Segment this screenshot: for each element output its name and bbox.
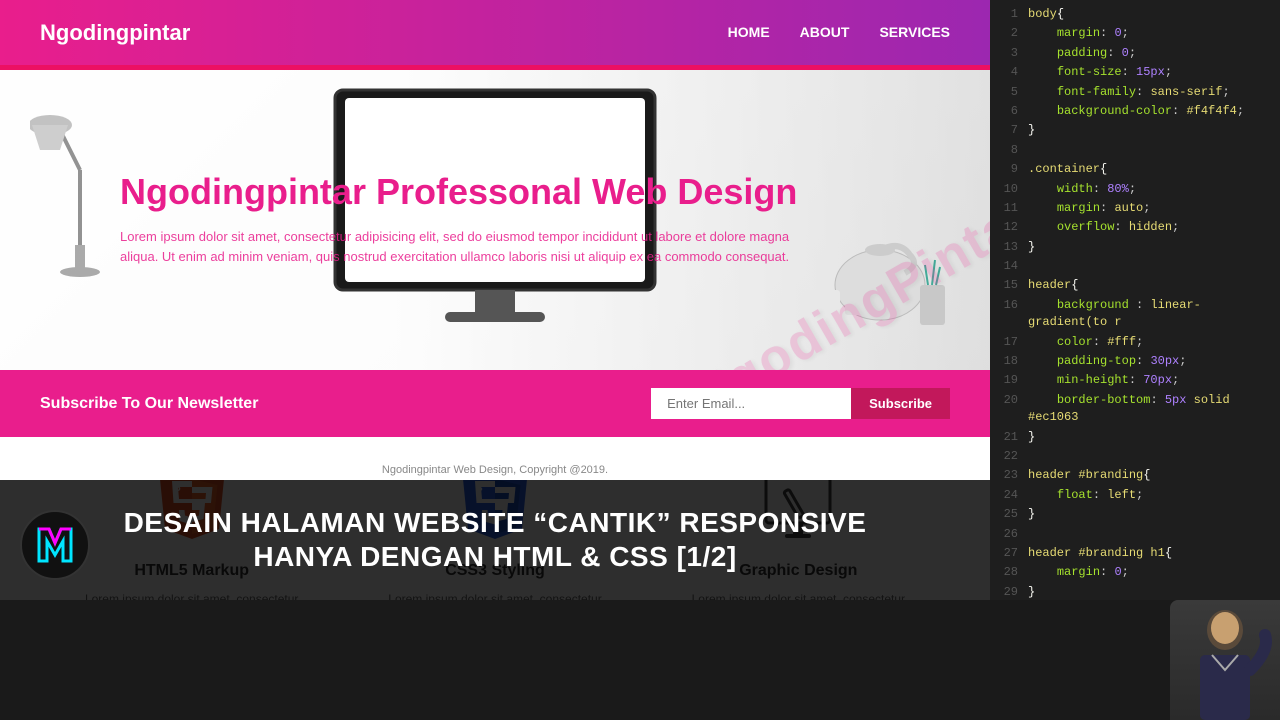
- code-line-4: 4 font-size: 15px;: [990, 63, 1280, 82]
- code-line-23: 23 header #branding{: [990, 466, 1280, 485]
- email-input[interactable]: [651, 388, 851, 419]
- hero-content: Ngodingpintar Professonal Web Design Lor…: [120, 172, 820, 268]
- code-line-2: 2 margin: 0;: [990, 24, 1280, 43]
- code-line-25: 25 }: [990, 505, 1280, 524]
- code-line-10: 10 width: 80%;: [990, 180, 1280, 199]
- code-line-7: 7 }: [990, 121, 1280, 140]
- code-line-3: 3 padding: 0;: [990, 44, 1280, 63]
- code-line-17: 17 color: #fff;: [990, 333, 1280, 352]
- code-line-14: 14: [990, 257, 1280, 276]
- code-line-6: 6 background-color: #f4f4f4;: [990, 102, 1280, 121]
- website-preview: Ngodingpintar HOME ABOUT SERVICES: [0, 0, 990, 600]
- code-line-15: 15 header{: [990, 276, 1280, 295]
- site-footer: Ngodingpintar Web Design, Copyright @201…: [0, 460, 990, 480]
- site-nav: HOME ABOUT SERVICES: [728, 24, 950, 42]
- code-line-11: 11 margin: auto;: [990, 199, 1280, 218]
- code-line-5: 5 font-family: sans-serif;: [990, 83, 1280, 102]
- nav-home[interactable]: HOME: [728, 24, 770, 40]
- site-title: Ngodingpintar: [40, 20, 190, 46]
- person-silhouette: [1170, 600, 1280, 720]
- bottom-overlay: DESAIN HALAMAN WEBSITE “CANTIK” RESPONSI…: [0, 480, 990, 600]
- site-header: Ngodingpintar HOME ABOUT SERVICES: [0, 0, 990, 70]
- hero-title: Ngodingpintar Professonal Web Design: [120, 172, 820, 212]
- lamp-icon: [30, 90, 120, 290]
- code-line-13: 13 }: [990, 238, 1280, 257]
- footer-text: Ngodingpintar Web Design, Copyright @201…: [382, 464, 608, 476]
- newsletter-section: Subscribe To Our Newsletter Subscribe: [0, 370, 990, 437]
- code-panel: 1 body{ 2 margin: 0; 3 padding: 0; 4 fon…: [990, 0, 1280, 600]
- channel-logo: [20, 510, 90, 580]
- nav-about[interactable]: ABOUT: [800, 24, 850, 40]
- code-line-9: 9 .container{: [990, 160, 1280, 179]
- code-line-21: 21 }: [990, 428, 1280, 447]
- code-line-28: 28 margin: 0;: [990, 563, 1280, 582]
- code-line-26: 26: [990, 525, 1280, 544]
- hero-subtitle: Lorem ipsum dolor sit amet, consectetur …: [120, 227, 820, 269]
- code-line-16: 16 background : linear-gradient(to r: [990, 296, 1280, 333]
- video-title-line2: HANYA DENGAN HTML & CSS [1/2]: [124, 540, 867, 574]
- code-line-27: 27 header #branding h1{: [990, 544, 1280, 563]
- code-line-24: 24 float: left;: [990, 486, 1280, 505]
- site-branding: Ngodingpintar: [40, 20, 190, 46]
- code-line-8: 8: [990, 141, 1280, 160]
- code-line-1: 1 body{: [990, 5, 1280, 24]
- nav-services[interactable]: SERVICES: [879, 24, 950, 40]
- video-title: DESAIN HALAMAN WEBSITE “CANTIK” RESPONSI…: [124, 506, 867, 573]
- newsletter-form: Subscribe: [651, 388, 950, 419]
- code-line-19: 19 min-height: 70px;: [990, 371, 1280, 390]
- video-title-line1: DESAIN HALAMAN WEBSITE “CANTIK” RESPONSI…: [124, 506, 867, 540]
- hero-section:  @NgodingPintar: [0, 70, 990, 370]
- code-line-29: 29 }: [990, 583, 1280, 600]
- code-line-18: 18 padding-top: 30px;: [990, 352, 1280, 371]
- newsletter-label: Subscribe To Our Newsletter: [40, 395, 258, 413]
- subscribe-button[interactable]: Subscribe: [851, 388, 950, 419]
- code-line-22: 22: [990, 447, 1280, 466]
- person-overlay: [1170, 600, 1280, 720]
- code-line-12: 12 overflow: hidden;: [990, 218, 1280, 237]
- code-line-20: 20 border-bottom: 5px solid #ec1063: [990, 391, 1280, 428]
